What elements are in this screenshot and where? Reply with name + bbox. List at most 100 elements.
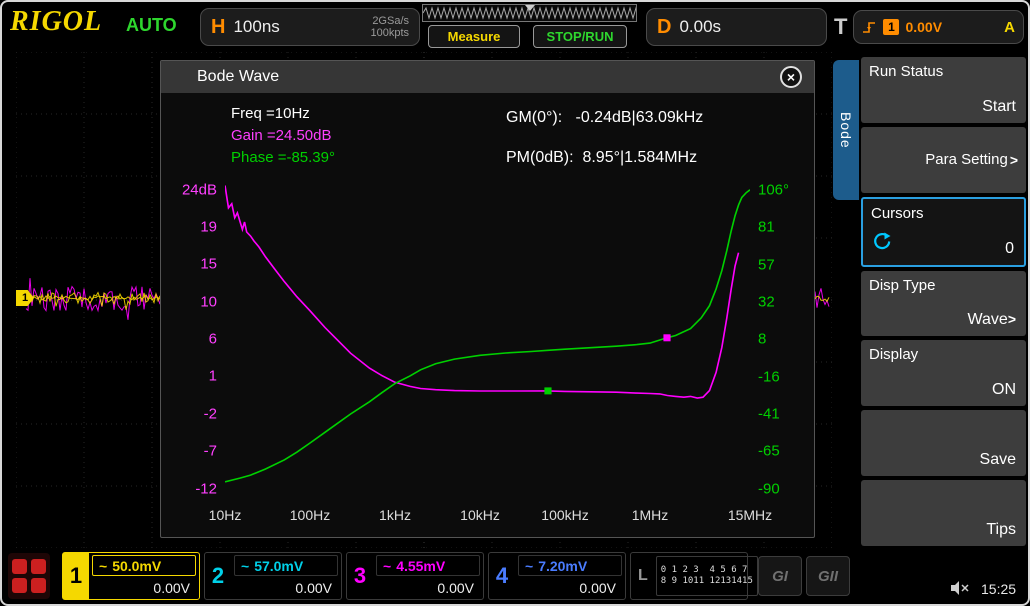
waveform-preview-strip[interactable] xyxy=(422,4,637,22)
sample-rate: 2GSa/s xyxy=(372,15,409,27)
freq-tick-label: 1kHz xyxy=(379,507,411,523)
menu-item-value: Start xyxy=(982,98,1016,116)
gain-readout: Gain =24.50dB xyxy=(231,127,332,144)
menu-item-disp-type[interactable]: Disp Type Wave> xyxy=(861,271,1026,337)
bode-curves xyxy=(225,173,750,501)
freq-tick-label: 1MHz xyxy=(632,507,669,523)
phase-tick-label: 8 xyxy=(758,331,766,348)
channel-3-scale: 4.55mV xyxy=(396,558,445,574)
phase-tick-label: 32 xyxy=(758,293,775,310)
channel-2-box[interactable]: 2 ~57.0mV 0.00V xyxy=(204,552,342,600)
chevron-right-icon: > xyxy=(1008,311,1016,327)
phase-tick-label: 106° xyxy=(758,181,789,198)
channel-1-box[interactable]: 1 ~50.0mV 0.00V xyxy=(62,552,200,600)
dialog-title: Bode Wave xyxy=(197,68,279,86)
gain-tick-label: 6 xyxy=(209,331,217,348)
phase-tick-label: 81 xyxy=(758,219,775,236)
gain-tick-label: 1 xyxy=(209,368,217,385)
gain-tick-label: 15 xyxy=(200,256,217,273)
menu-item-title: Disp Type xyxy=(869,277,935,294)
h-label: H xyxy=(211,16,225,39)
gain-tick-label: -12 xyxy=(195,480,217,497)
channel-1-offset: 0.00V xyxy=(92,578,196,597)
channel-4-offset: 0.00V xyxy=(518,578,622,597)
g2-button[interactable]: GII xyxy=(806,556,850,596)
bode-wave-dialog: Bode Wave × Freq =10Hz Gain =24.50dB Pha… xyxy=(160,60,815,538)
phase-tick-label: -65 xyxy=(758,443,780,460)
tab-bode[interactable]: Bode xyxy=(833,60,859,200)
menu-item-tips[interactable]: Tips xyxy=(861,480,1026,546)
menu-item-value: Wave xyxy=(968,311,1008,328)
menu-item-value: ON xyxy=(992,381,1016,399)
trigger-position-marker xyxy=(525,5,535,11)
close-icon[interactable]: × xyxy=(780,66,802,88)
trigger-edge-icon xyxy=(862,20,877,35)
d-label: D xyxy=(657,16,671,39)
plot-area: 10Hz100Hz1kHz10kHz100kHz1MHz15MHz xyxy=(225,173,750,531)
g1-button[interactable]: GI xyxy=(758,556,802,596)
menu-item-run-status[interactable]: Run Status Start xyxy=(861,57,1026,123)
clock: 15:25 xyxy=(981,581,1016,597)
channel-2-scale: 57.0mV xyxy=(254,558,303,574)
channel-4-number[interactable]: 4 xyxy=(489,553,515,599)
channel-2-offset: 0.00V xyxy=(234,578,338,597)
trigger-settings-box[interactable]: T 1 0.00V A xyxy=(834,8,1024,46)
phase-tick-label: -16 xyxy=(758,368,780,385)
gain-tick-label: 10 xyxy=(200,293,217,310)
channel-3-box[interactable]: 3 ~4.55mV 0.00V xyxy=(346,552,484,600)
speaker-muted-icon[interactable] xyxy=(950,580,970,596)
dialog-header[interactable]: Bode Wave × xyxy=(161,61,814,93)
phase-tick-label: -90 xyxy=(758,480,780,497)
freq-tick-label: 15MHz xyxy=(728,507,772,523)
horizontal-settings-box[interactable]: H 100ns 2GSa/s 100kpts xyxy=(200,8,420,46)
freq-tick-label: 100kHz xyxy=(541,507,588,523)
menu-item-save[interactable]: Save xyxy=(861,410,1026,476)
gain-tick-label: -2 xyxy=(204,405,217,422)
phase-tick-label: -41 xyxy=(758,406,780,423)
freq-tick-label: 10Hz xyxy=(209,507,242,523)
bottom-bar: 1 ~50.0mV 0.00V 2 ~57.0mV 0.00V 3 ~4.55m… xyxy=(0,549,1030,604)
timebase-value: 100ns xyxy=(233,17,279,37)
menu-grid-button[interactable] xyxy=(8,553,50,599)
gain-margin-readout: GM(0°): -0.24dB|63.09kHz xyxy=(506,109,703,127)
sidebar-menu: Run Status Start Para Setting > Cursors … xyxy=(861,57,1026,546)
delay-settings-box[interactable]: D 0.00s xyxy=(646,8,827,46)
menu-item-title: Para Setting xyxy=(925,151,1008,168)
phase-axis-labels: 106° 81 57 32 8 -16 -41 -65 -90 xyxy=(750,173,806,501)
gain-tick-label: 19 xyxy=(200,218,217,235)
menu-item-value: Tips xyxy=(986,521,1016,539)
tab-bode-label: Bode xyxy=(838,112,854,149)
freq-tick-label: 100Hz xyxy=(290,507,330,523)
logic-analyzer-box[interactable]: L 0 1 2 3 4 5 6 78 9 1011 12131415 xyxy=(630,552,748,600)
menu-item-display[interactable]: Display ON xyxy=(861,340,1026,406)
trigger-mode: A xyxy=(1004,19,1015,36)
rigol-logo: RIGOL xyxy=(10,6,102,38)
channel-1-number[interactable]: 1 xyxy=(63,553,89,599)
auto-badge: AUTO xyxy=(126,15,177,36)
bode-chart: 24dB19151061-2-7-12 10Hz100Hz1kHz10kHz10… xyxy=(169,173,806,529)
channel-4-box[interactable]: 4 ~7.20mV 0.00V xyxy=(488,552,626,600)
gain-tick-label: 24dB xyxy=(182,181,217,198)
gain-axis-labels: 24dB19151061-2-7-12 xyxy=(169,173,225,501)
menu-item-cursors[interactable]: Cursors 0 xyxy=(861,197,1026,267)
stop-run-button[interactable]: STOP/RUN xyxy=(533,25,627,48)
channel-3-number[interactable]: 3 xyxy=(347,553,373,599)
menu-item-title: Cursors xyxy=(871,205,924,222)
delay-value: 0.00s xyxy=(679,17,721,37)
coupling-icon: ~ xyxy=(525,558,533,574)
freq-tick-label: 10kHz xyxy=(460,507,500,523)
channel-2-number[interactable]: 2 xyxy=(205,553,231,599)
phase-tick-label: 57 xyxy=(758,256,775,273)
coupling-icon: ~ xyxy=(241,558,249,574)
la-label: L xyxy=(634,567,652,585)
measure-button[interactable]: Measure xyxy=(428,25,520,48)
menu-item-value: 0 xyxy=(1005,240,1014,258)
phase-margin-readout: PM(0dB): 8.95°|1.584MHz xyxy=(506,149,697,167)
menu-item-para-setting[interactable]: Para Setting > xyxy=(861,127,1026,193)
freq-readout: Freq =10Hz xyxy=(231,105,310,122)
la-channel-digits: 0 1 2 3 4 5 6 78 9 1011 12131415 xyxy=(656,556,758,596)
menu-item-value: Save xyxy=(980,451,1016,469)
menu-item-title: Display xyxy=(869,346,918,363)
channel-3-offset: 0.00V xyxy=(376,578,480,597)
coupling-icon: ~ xyxy=(99,558,107,574)
